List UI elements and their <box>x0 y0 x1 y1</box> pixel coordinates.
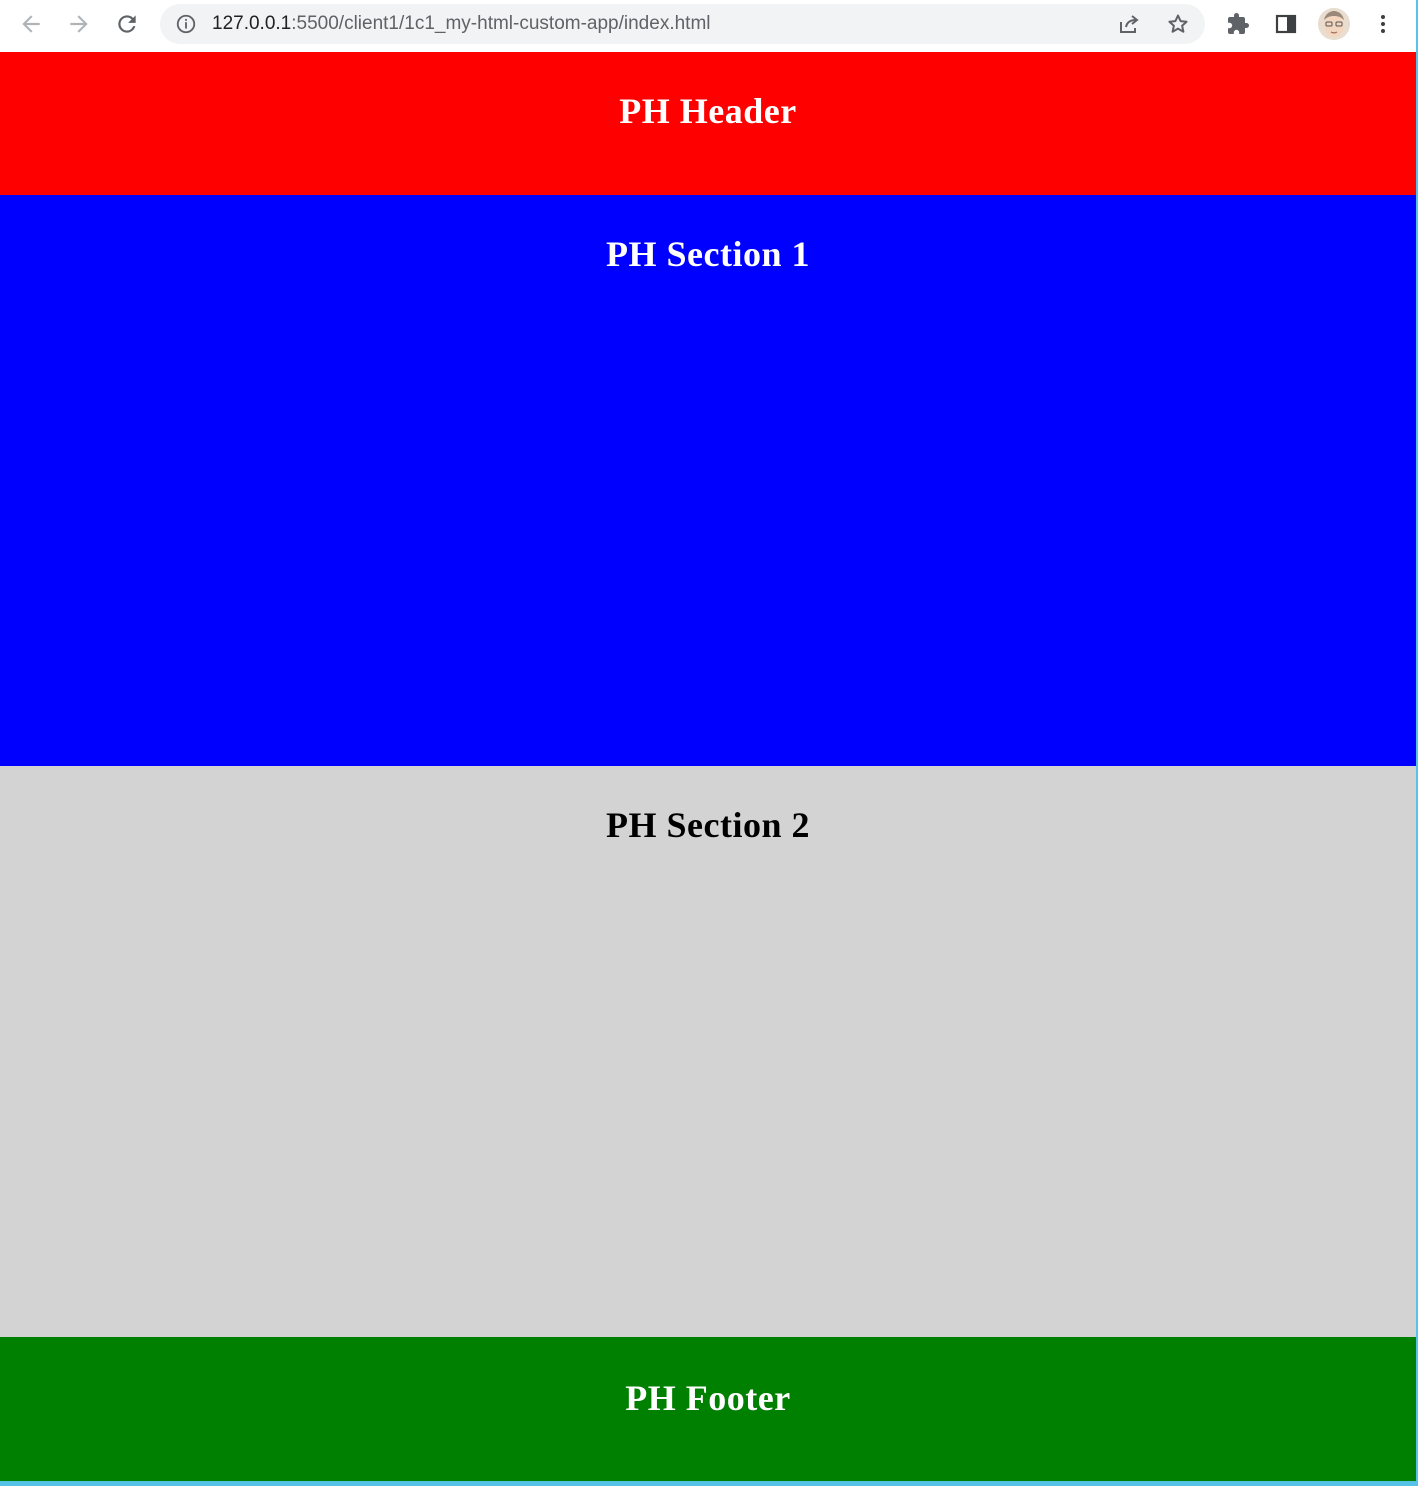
reload-icon <box>118 15 136 33</box>
page-header: PH Header <box>0 52 1416 195</box>
section-1: PH Section 1 <box>0 195 1416 766</box>
side-panel-button[interactable] <box>1268 6 1304 42</box>
page-footer: PH Footer <box>0 1337 1416 1481</box>
puzzle-icon <box>1228 13 1249 34</box>
arrow-right-icon <box>70 15 88 33</box>
reload-button[interactable] <box>109 6 145 42</box>
forward-button[interactable] <box>61 6 97 42</box>
url-text[interactable]: 127.0.0.1:5500/client1/1c1_my-html-custo… <box>212 4 711 44</box>
section-2-title: PH Section 2 <box>606 805 810 845</box>
header-title: PH Header <box>619 91 797 131</box>
extensions-button[interactable] <box>1220 6 1256 42</box>
browser-toolbar: 127.0.0.1:5500/client1/1c1_my-html-custo… <box>0 0 1416 52</box>
kebab-menu-icon <box>1381 15 1385 33</box>
arrow-left-icon <box>22 15 40 33</box>
share-icon[interactable] <box>1116 12 1142 36</box>
section-1-title: PH Section 1 <box>606 234 810 274</box>
url-path: :5500/client1/1c1_my-html-custom-app/ind… <box>291 13 711 34</box>
info-icon[interactable] <box>174 13 198 35</box>
star-icon[interactable] <box>1165 12 1191 36</box>
url-host: 127.0.0.1 <box>212 13 292 34</box>
address-bar[interactable]: 127.0.0.1:5500/client1/1c1_my-html-custo… <box>160 4 1205 44</box>
page-viewport: PH Header PH Section 1 PH Section 2 PH F… <box>0 52 1416 1481</box>
browser-menu-button[interactable] <box>1365 6 1401 42</box>
section-2: PH Section 2 <box>0 766 1416 1337</box>
footer-title: PH Footer <box>625 1378 791 1418</box>
browser-window: 127.0.0.1:5500/client1/1c1_my-html-custo… <box>0 0 1416 1481</box>
avatar[interactable] <box>1318 8 1350 40</box>
side-panel-icon <box>1275 14 1297 34</box>
back-button[interactable] <box>13 6 49 42</box>
